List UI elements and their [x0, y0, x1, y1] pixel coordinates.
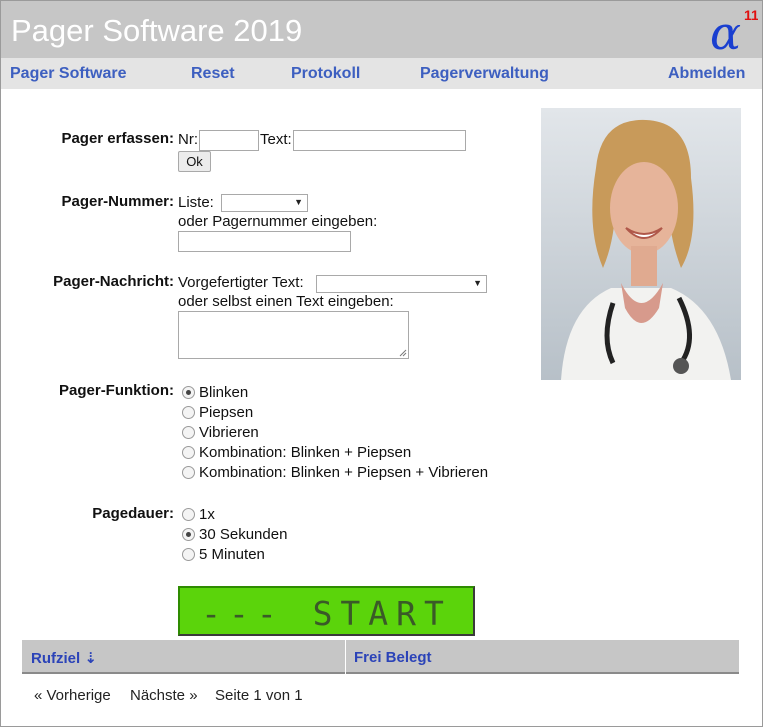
radio-button[interactable]	[182, 386, 195, 399]
radio-button[interactable]	[182, 508, 195, 521]
radio-label: 1x	[199, 506, 215, 523]
nachricht-textarea[interactable]	[178, 311, 409, 359]
table-header: Rufziel ⇣ Frei Belegt	[22, 640, 739, 674]
nr-input[interactable]	[199, 130, 259, 151]
radio-button[interactable]	[182, 426, 195, 439]
radio-button[interactable]	[182, 446, 195, 459]
previous-page-link[interactable]: « Vorherige	[34, 687, 111, 704]
dropdown-arrow-icon: ▼	[294, 197, 303, 207]
radio-button[interactable]	[182, 466, 195, 479]
radio-label: Kombination: Blinken + Piepsen	[199, 444, 412, 461]
doctor-photo	[541, 108, 741, 380]
radio-label: Piepsen	[199, 404, 254, 421]
nachricht-hint: oder selbst einen Text eingeben:	[178, 293, 394, 310]
radio-label: 5 Minuten	[199, 546, 265, 563]
nav-pagerverwaltung[interactable]: Pagerverwaltung	[420, 65, 549, 83]
radio-label: 30 Sekunden	[199, 526, 288, 543]
dropdown-arrow-icon: ▼	[473, 278, 482, 288]
pagernummer-input[interactable]	[178, 231, 351, 252]
nr-label: Nr:	[178, 131, 198, 148]
svg-text:11: 11	[744, 7, 758, 23]
pager-funktion-label: Pager-Funktion:	[59, 382, 174, 399]
pager-erfassen-label: Pager erfassen:	[61, 130, 174, 147]
radio-button[interactable]	[182, 528, 195, 541]
page-info: Seite 1 von 1	[215, 687, 303, 704]
nav-protokoll[interactable]: Protokoll	[291, 65, 360, 83]
column-divider	[345, 640, 346, 674]
start-button[interactable]: --- START ---	[178, 586, 475, 672]
nav-pager-software[interactable]: Pager Software	[10, 65, 126, 83]
app-title: Pager Software 2019	[11, 13, 303, 48]
vorgefertigter-text-label: Vorgefertigter Text:	[178, 274, 304, 291]
liste-label: Liste:	[178, 194, 214, 211]
text-input[interactable]	[293, 130, 466, 151]
radio-label: Kombination: Blinken + Piepsen + Vibrier…	[199, 464, 489, 481]
pagedauer-label: Pagedauer:	[92, 505, 174, 522]
text-label: Text:	[260, 131, 292, 148]
radio-label: Vibrieren	[199, 424, 259, 441]
nav-abmelden[interactable]: Abmelden	[668, 65, 745, 83]
next-page-link[interactable]: Nächste »	[130, 687, 198, 704]
liste-select[interactable]: ▼	[221, 194, 308, 212]
radio-button[interactable]	[182, 548, 195, 561]
column-frei-belegt[interactable]: Frei Belegt	[354, 649, 432, 666]
alpha-logo-icon: α 11	[710, 6, 758, 55]
vorgefertigter-text-select[interactable]: ▼	[316, 275, 487, 293]
pager-nummer-label: Pager-Nummer:	[61, 193, 174, 210]
pagernummer-hint: oder Pagernummer eingeben:	[178, 213, 378, 230]
nav-reset[interactable]: Reset	[191, 65, 235, 83]
svg-text:α: α	[710, 6, 741, 55]
pager-nachricht-label: Pager-Nachricht:	[53, 273, 174, 290]
column-rufziel[interactable]: Rufziel ⇣	[31, 649, 97, 667]
radio-button[interactable]	[182, 406, 195, 419]
title-bar: Pager Software 2019 α 11	[1, 1, 762, 58]
resize-handle-icon[interactable]	[399, 349, 407, 357]
ok-button[interactable]: Ok	[178, 151, 211, 172]
nav-bar: Pager Software Reset Protokoll Pagerverw…	[1, 58, 762, 89]
radio-label: Blinken	[199, 384, 249, 401]
